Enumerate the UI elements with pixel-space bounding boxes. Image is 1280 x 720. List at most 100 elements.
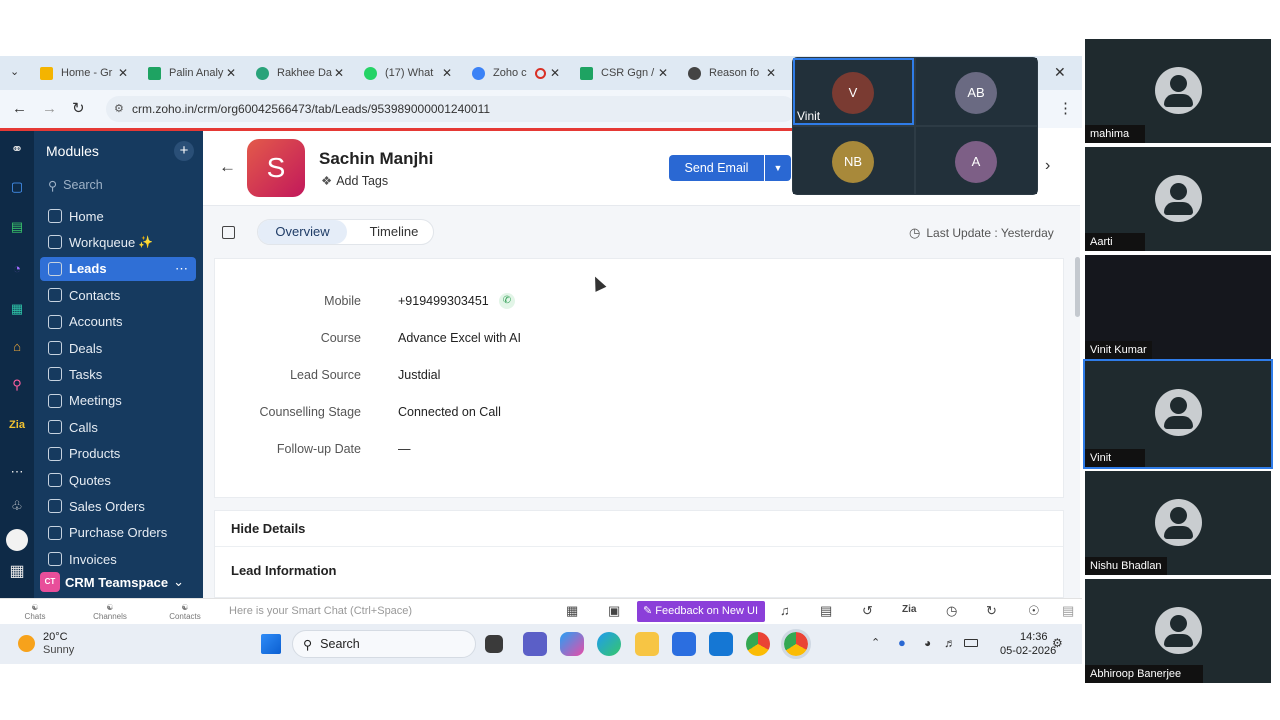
field-value[interactable]: Justdial	[398, 368, 440, 382]
battery-icon[interactable]	[964, 639, 978, 647]
teams-icon[interactable]	[523, 632, 547, 656]
sidebar-item-calls[interactable]: Calls	[40, 415, 196, 439]
participant-video[interactable]: Aarti	[1085, 147, 1271, 251]
url-field[interactable]: ⚙ crm.zoho.in/crm/org60042566473/tab/Lea…	[106, 96, 796, 122]
close-tab-icon[interactable]: ✕	[658, 66, 674, 80]
browser-tab-4[interactable]: (17) What ✕	[358, 60, 458, 86]
close-tab-icon[interactable]: ✕	[226, 66, 242, 80]
feedback-button[interactable]: ✎ Feedback on New UI	[637, 601, 765, 622]
field-value[interactable]: —	[398, 442, 411, 456]
participant-video[interactable]: Nishu Bhadlan	[1085, 471, 1271, 575]
chats-button[interactable]: ☯ Chats	[22, 603, 48, 621]
add-tags-link[interactable]: ❖ Add Tags	[321, 173, 388, 189]
sidebar-item-accounts[interactable]: Accounts	[40, 310, 196, 334]
hide-details-link[interactable]: Hide Details	[231, 521, 305, 536]
volume-icon[interactable]: ♬	[944, 636, 956, 650]
analytics-icon[interactable]: ▤	[9, 219, 25, 235]
sidebar-item-home[interactable]: Home	[40, 204, 196, 228]
close-tab-icon[interactable]: ✕	[118, 66, 134, 80]
search-icon[interactable]: ⚲	[9, 377, 25, 393]
sidebar-item-purchase-orders[interactable]: Purchase Orders	[40, 521, 196, 545]
store-icon[interactable]: ⌂	[9, 339, 25, 355]
wifi-icon[interactable]: ◕	[924, 636, 931, 650]
field-value[interactable]: Connected on Call	[398, 405, 501, 419]
site-info-icon[interactable]: ⚙	[114, 102, 124, 115]
participant-video[interactable]: mahima	[1085, 39, 1271, 143]
meeting-tile[interactable]: AB	[916, 58, 1037, 125]
chart-icon[interactable]: ▤	[820, 603, 832, 619]
close-tab-icon[interactable]: ✕	[442, 66, 458, 80]
sidebar-item-deals[interactable]: Deals	[40, 336, 196, 360]
calendar-icon[interactable]: ▦	[9, 301, 25, 317]
reload-icon[interactable]: ↻	[72, 99, 85, 117]
close-window-icon[interactable]: ✕	[1054, 64, 1066, 81]
browser-tab-2[interactable]: Palin Analy ✕	[142, 60, 242, 86]
tray-chevron-icon[interactable]: ⌃	[871, 636, 880, 649]
outlook-icon[interactable]	[709, 632, 733, 656]
panel-toggle-icon[interactable]	[222, 226, 235, 239]
history-icon[interactable]: ↻	[986, 603, 997, 619]
next-record-chevron-icon[interactable]: ›	[1045, 157, 1050, 175]
participant-video[interactable]: Abhiroop Banerjee	[1085, 579, 1271, 683]
channels-button[interactable]: ☯ Channels	[92, 603, 128, 621]
field-value[interactable]: +919499303451	[398, 294, 489, 308]
sidebar-search[interactable]: ⚲ Search	[42, 173, 196, 197]
participant-video[interactable]: Vinit Kumar	[1085, 255, 1271, 359]
back-arrow-icon[interactable]: ←	[219, 157, 236, 177]
workspace-switcher[interactable]: CT CRM Teamspace ⌄	[40, 570, 196, 594]
activities-icon[interactable]: ◔	[9, 261, 25, 277]
zia-icon[interactable]: Zia	[902, 604, 916, 615]
sidebar-item-contacts[interactable]: Contacts	[40, 283, 196, 307]
store-icon[interactable]	[672, 632, 696, 656]
contacts-button[interactable]: ☯ Contacts	[168, 603, 202, 621]
microphone-icon[interactable]: ●	[898, 635, 906, 650]
forward-arrow-icon[interactable]: →	[42, 100, 57, 117]
sidebar-item-products[interactable]: Products	[40, 442, 196, 466]
sidebar-item-invoices[interactable]: Invoices	[40, 547, 196, 571]
send-email-button[interactable]: Send Email	[669, 155, 764, 181]
accessibility-icon[interactable]: ☉	[1028, 603, 1040, 619]
smart-chat-input[interactable]: Here is your Smart Chat (Ctrl+Space)	[229, 605, 412, 617]
edge-icon[interactable]	[597, 632, 621, 656]
alarm-icon[interactable]: ◷	[946, 603, 957, 619]
sidebar-item-tasks[interactable]: Tasks	[40, 362, 196, 386]
participant-video[interactable]: Vinit	[1083, 359, 1273, 469]
folder-icon[interactable]	[635, 632, 659, 656]
chrome-active-icon[interactable]	[781, 629, 811, 659]
more-options-icon[interactable]: ⋯	[175, 261, 188, 277]
meeting-tile[interactable]: V Vinit	[793, 58, 914, 125]
browser-tab-5[interactable]: Zoho c ✕	[466, 60, 566, 86]
call-icon[interactable]: ✆	[499, 293, 515, 309]
sidebar-item-workqueue[interactable]: Workqueue ✨	[40, 230, 196, 254]
browser-tab-1[interactable]: Home - Gr ✕	[34, 60, 134, 86]
app-grid-icon[interactable]: ▦	[9, 564, 25, 580]
more-icon[interactable]: ▤	[1062, 603, 1074, 619]
sidebar-item-meetings[interactable]: Meetings	[40, 389, 196, 413]
modules-icon[interactable]: ▢	[9, 179, 25, 195]
tab-overview[interactable]: Overview	[258, 220, 347, 244]
notification-bell-icon[interactable]: ♧	[9, 498, 25, 514]
screenshot-icon[interactable]: ▣	[608, 603, 620, 619]
meeting-tile[interactable]: NB	[793, 127, 914, 194]
copilot-icon[interactable]	[560, 632, 584, 656]
user-avatar[interactable]	[6, 529, 28, 551]
add-module-button[interactable]: +	[174, 141, 194, 161]
screen-share-icon[interactable]: ▦	[566, 603, 578, 619]
close-tab-icon[interactable]: ✕	[334, 66, 350, 80]
start-button[interactable]	[261, 634, 281, 654]
file-explorer-icon[interactable]	[485, 635, 503, 653]
browser-tab-6[interactable]: CSR Ggn / ✕	[574, 60, 674, 86]
tab-timeline[interactable]: Timeline	[355, 220, 433, 244]
scrollbar[interactable]	[1075, 257, 1080, 317]
announcement-icon[interactable]: ♫	[780, 603, 790, 618]
notification-icon[interactable]: ⚙	[1052, 636, 1063, 650]
chrome-icon[interactable]	[746, 632, 770, 656]
tab-list-chevron-icon[interactable]: ⌄	[10, 65, 19, 78]
taskbar-search[interactable]: ⚲ Search	[292, 630, 476, 658]
close-tab-icon[interactable]: ✕	[766, 66, 782, 80]
back-arrow-icon[interactable]: ←	[12, 100, 27, 117]
sidebar-item-quotes[interactable]: Quotes	[40, 468, 196, 492]
refresh-icon[interactable]: ↺	[862, 603, 873, 619]
send-email-dropdown[interactable]: ▼	[765, 155, 791, 181]
more-icon[interactable]: ⋯	[9, 464, 25, 480]
